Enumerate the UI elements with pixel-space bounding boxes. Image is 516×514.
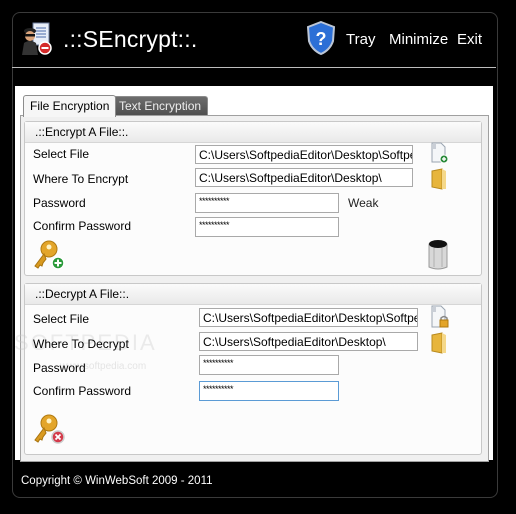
- encrypt-select-file-input[interactable]: C:\Users\SoftpediaEditor\Desktop\Softped…: [195, 145, 413, 164]
- app-title: .::SEncrypt::.: [63, 26, 198, 52]
- select-file-lock-icon[interactable]: [429, 305, 449, 329]
- trash-icon[interactable]: [427, 239, 449, 271]
- decrypt-password-input[interactable]: **********: [199, 355, 339, 375]
- exit-link[interactable]: Exit: [457, 31, 482, 48]
- select-file-add-icon[interactable]: [429, 142, 449, 164]
- encrypt-confirm-label: Confirm Password: [33, 219, 132, 233]
- encrypt-confirm-input[interactable]: **********: [195, 217, 339, 237]
- encrypt-where-input[interactable]: C:\Users\SoftpediaEditor\Desktop\: [195, 168, 413, 187]
- copyright-text: Copyright © WinWebSoft 2009 - 2011: [21, 475, 213, 487]
- decrypt-select-file-input[interactable]: C:\Users\SoftpediaEditor\Desktop\Softped…: [199, 308, 418, 327]
- decrypt-where-label: Where To Decrypt: [33, 337, 129, 351]
- decrypt-confirm-input[interactable]: **********: [199, 381, 339, 401]
- decrypt-select-file-label: Select File: [33, 312, 90, 326]
- encrypt-key-add-icon[interactable]: [33, 239, 67, 271]
- password-strength: Weak: [348, 196, 379, 210]
- encrypt-where-label: Where To Encrypt: [33, 172, 129, 186]
- tray-link[interactable]: Tray: [346, 31, 375, 48]
- spy-document-icon: [22, 22, 52, 55]
- decrypt-folder-icon[interactable]: [431, 332, 447, 354]
- decrypt-confirm-label: Confirm Password: [33, 384, 132, 398]
- encrypt-password-input[interactable]: **********: [195, 193, 339, 213]
- encrypt-password-label: Password: [33, 196, 86, 210]
- encrypt-group-title: .::Encrypt A File::.: [25, 122, 481, 143]
- decrypt-key-remove-icon[interactable]: [33, 413, 67, 445]
- header-separator: [12, 67, 496, 68]
- encrypt-select-file-label: Select File: [33, 147, 90, 161]
- decrypt-where-input[interactable]: C:\Users\SoftpediaEditor\Desktop\: [199, 332, 418, 351]
- svg-text:?: ?: [316, 29, 327, 49]
- tab-file-encryption[interactable]: File Encryption: [23, 95, 117, 117]
- decrypt-group-title: .::Decrypt A File::.: [25, 284, 481, 305]
- tab-text-encryption[interactable]: Text Encryption: [112, 96, 209, 115]
- minimize-link[interactable]: Minimize: [389, 31, 448, 48]
- decrypt-password-label: Password: [33, 361, 86, 375]
- help-shield-icon[interactable]: ?: [306, 21, 336, 55]
- encrypt-folder-icon[interactable]: [431, 168, 447, 190]
